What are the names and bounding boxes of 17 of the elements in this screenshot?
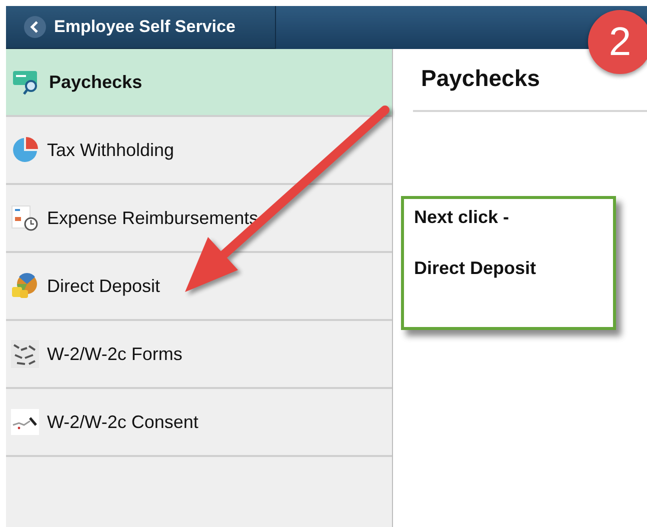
sidebar-item-label: Expense Reimbursements	[47, 208, 258, 228]
callout-text: Next click -	[414, 207, 510, 228]
expense-clock-icon	[11, 204, 39, 232]
scribble-icon	[11, 409, 39, 435]
sidebar-item-label: W-2/W-2c Consent	[47, 412, 198, 432]
step-badge: 2	[588, 10, 647, 74]
scattered-forms-icon	[11, 340, 39, 368]
coins-pie-icon	[11, 272, 39, 300]
back-button[interactable]: Employee Self Service	[6, 6, 276, 49]
sidebar-item[interactable]: Paychecks	[6, 49, 392, 117]
back-chevron-icon	[30, 21, 40, 33]
sidebar-item-label: Tax Withholding	[47, 140, 174, 160]
callout-text: Direct Deposit	[414, 258, 538, 279]
sidebar-item-label: Paychecks	[49, 72, 142, 92]
sidebar-item-label: W-2/W-2c Forms	[47, 344, 182, 364]
pie-chart-icon	[11, 136, 39, 164]
sidebar-item-label: Direct Deposit	[47, 276, 160, 296]
